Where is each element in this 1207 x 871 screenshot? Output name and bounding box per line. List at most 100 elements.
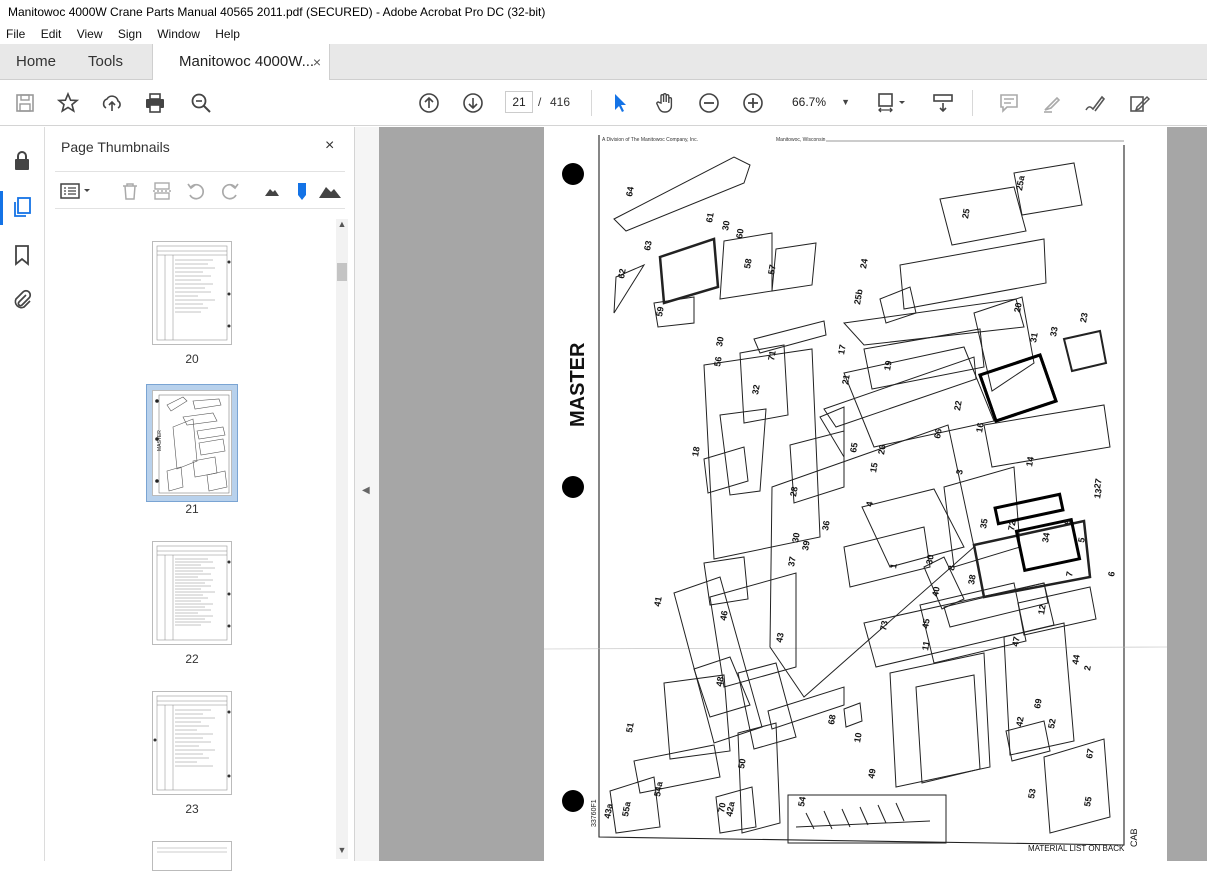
svg-text:MASTER: MASTER: [157, 430, 163, 451]
options-menu-icon[interactable]: [59, 180, 93, 202]
callout-42: 42: [1014, 716, 1026, 728]
callout-26: 26: [876, 444, 888, 456]
master-stamp: MASTER: [567, 342, 589, 427]
thumbnail-page-21[interactable]: MASTER: [152, 390, 232, 496]
callout-53: 53: [1026, 788, 1038, 800]
thumbnail-label-22: 22: [185, 652, 199, 666]
callout-34: 34: [1040, 532, 1052, 544]
callout-54a: 54a: [652, 780, 665, 798]
callout-72: 72: [1006, 520, 1018, 532]
fill-sign-icon[interactable]: [1126, 90, 1152, 116]
menu-file[interactable]: File: [0, 24, 31, 44]
attachment-icon[interactable]: [10, 288, 34, 312]
page-thumbnails-icon[interactable]: [10, 195, 34, 219]
callout-57: 57: [766, 264, 778, 276]
rotate-right-icon[interactable]: [219, 180, 241, 202]
callout-54: 54: [796, 796, 808, 808]
thumbnail-page-23[interactable]: [152, 691, 232, 795]
zoom-search-icon[interactable]: [188, 90, 214, 116]
scroll-down-icon[interactable]: ▼: [336, 845, 348, 859]
zoom-in-icon[interactable]: [740, 90, 766, 116]
thumbnail-page-24[interactable]: [152, 841, 232, 871]
callout-4: 4: [864, 501, 875, 508]
scroll-mode-icon[interactable]: [930, 90, 956, 116]
callout-25b: 25b: [852, 288, 865, 306]
menu-edit[interactable]: Edit: [35, 24, 68, 44]
page-number-input[interactable]: 21: [505, 91, 533, 113]
tab-home[interactable]: Home: [16, 44, 56, 80]
page-separator: /: [538, 95, 542, 109]
menu-help[interactable]: Help: [209, 24, 246, 44]
callout-39: 39: [800, 540, 812, 552]
panel-collapse-strip[interactable]: ◀: [355, 127, 379, 861]
bookmark-icon[interactable]: [10, 243, 34, 267]
callout-12: 12: [1036, 604, 1048, 616]
section-label: CAB: [1129, 828, 1139, 847]
callout-2: 2: [1082, 665, 1093, 672]
upload-icon[interactable]: [99, 90, 125, 116]
callout-70: 70: [716, 802, 728, 814]
menu-sign[interactable]: Sign: [112, 24, 148, 44]
comment-icon[interactable]: [996, 90, 1022, 116]
callout-47: 47: [1010, 636, 1022, 648]
hand-icon[interactable]: [652, 90, 678, 116]
callout-27: 27: [1092, 478, 1104, 490]
callout-17: 17: [836, 344, 848, 356]
thumbnail-size-slider-icon[interactable]: [291, 180, 313, 202]
menu-view[interactable]: View: [71, 24, 109, 44]
callout-58: 58: [742, 258, 754, 270]
star-icon[interactable]: [55, 90, 81, 116]
callout-55: 55: [1082, 796, 1094, 808]
lock-icon[interactable]: [10, 149, 34, 173]
zoom-level-dropdown[interactable]: 66.7% ▼: [788, 91, 852, 113]
fit-page-icon[interactable]: [874, 90, 912, 116]
callout-7: 7: [1064, 571, 1075, 578]
callout-1: 1: [888, 563, 899, 570]
menu-window[interactable]: Window: [151, 24, 206, 44]
thumbnail-size-small-icon[interactable]: [261, 180, 283, 202]
thumbnail-page-20[interactable]: [152, 241, 232, 345]
delete-page-icon[interactable]: [119, 180, 141, 202]
callout-24: 24: [858, 258, 870, 270]
callout-64: 64: [624, 186, 636, 198]
tab-tools[interactable]: Tools: [88, 44, 123, 80]
callout-66: 66: [932, 428, 944, 440]
callout-63: 63: [642, 240, 654, 252]
highlight-icon[interactable]: [1039, 90, 1065, 116]
document-viewer[interactable]: A Division of The Manitowoc Company, Inc…: [379, 127, 1207, 861]
page-down-icon[interactable]: [460, 90, 486, 116]
window-title: Manitowoc 4000W Crane Parts Manual 40565…: [0, 0, 1207, 24]
save-icon[interactable]: [12, 90, 38, 116]
callout-22: 22: [952, 400, 964, 412]
callout-60: 60: [734, 228, 746, 240]
panel-close-icon[interactable]: ×: [325, 137, 334, 155]
extract-page-icon[interactable]: [151, 180, 173, 202]
collapse-arrow-icon[interactable]: ◀: [362, 485, 370, 496]
callout-61: 61: [704, 212, 716, 224]
thumbnail-page-22[interactable]: [152, 541, 232, 645]
callout-40: 40: [930, 586, 942, 598]
print-icon[interactable]: [142, 90, 168, 116]
callout-36: 36: [820, 520, 832, 532]
zoom-out-icon[interactable]: [696, 90, 722, 116]
callout-8: 8: [946, 565, 957, 572]
callout-3: 3: [954, 469, 965, 476]
scroll-thumb[interactable]: [337, 263, 347, 281]
callout-69: 69: [1032, 698, 1044, 710]
main-toolbar: 66.7% ▼: [0, 80, 1207, 126]
scroll-up-icon[interactable]: ▲: [336, 219, 348, 233]
sign-icon[interactable]: [1082, 90, 1108, 116]
callout-50: 50: [736, 758, 748, 770]
select-cursor-icon[interactable]: [607, 90, 633, 116]
thumbnail-scrollbar[interactable]: ▲ ▼: [336, 219, 348, 859]
callout-52: 52: [1046, 718, 1058, 730]
thumbnail-label-23: 23: [185, 802, 199, 816]
page-up-icon[interactable]: [416, 90, 442, 116]
tab-close-icon[interactable]: ×: [313, 44, 321, 80]
exploded-parts-diagram: A Division of The Manitowoc Company, Inc…: [544, 135, 1167, 853]
thumbnail-size-large-icon[interactable]: [317, 180, 343, 202]
tab-document[interactable]: Manitowoc 4000W... ×: [152, 44, 330, 81]
panel-title: Page Thumbnails: [61, 139, 170, 155]
callout-68: 68: [826, 714, 838, 726]
rotate-left-icon[interactable]: [185, 180, 207, 202]
